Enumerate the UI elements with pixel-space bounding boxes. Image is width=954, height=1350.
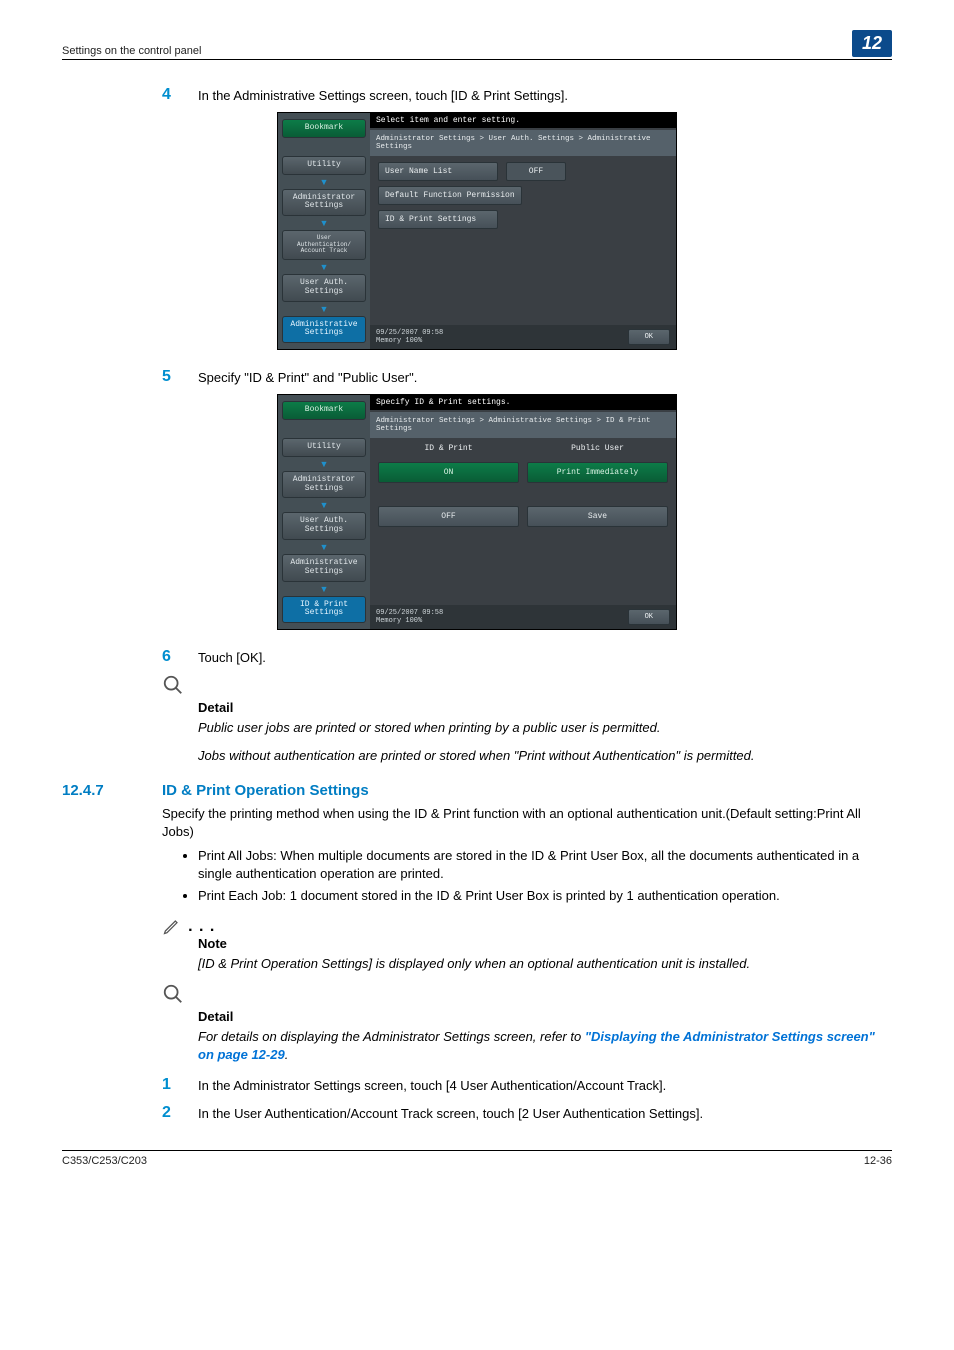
footer-page: 12-36 bbox=[864, 1155, 892, 1167]
detail-label: Detail bbox=[162, 700, 892, 715]
page-footer: C353/C253/C203 12-36 bbox=[62, 1150, 892, 1167]
step-text: Specify "ID & Print" and "Public User". bbox=[198, 368, 417, 386]
chevron-down-icon: ▼ bbox=[282, 218, 366, 228]
detail-block: Detail Public user jobs are printed or s… bbox=[162, 674, 892, 765]
section-number: 12.4.7 bbox=[62, 782, 162, 799]
panel-status: 09/25/2007 09:58 Memory 100% bbox=[376, 329, 443, 345]
section-heading: 12.4.7 ID & Print Operation Settings bbox=[62, 782, 892, 799]
chevron-down-icon: ▼ bbox=[282, 459, 366, 469]
panel-sidebar: Bookmark Utility ▼ Administrator Setting… bbox=[278, 113, 370, 349]
step-number: 4 bbox=[162, 86, 198, 104]
step-text: In the User Authentication/Account Track… bbox=[198, 1104, 703, 1122]
admin-settings-crumb[interactable]: Administrator Settings bbox=[282, 471, 366, 499]
list-item: Print Each Job: 1 document stored in the… bbox=[198, 887, 892, 905]
on-button[interactable]: ON bbox=[378, 462, 519, 483]
panel-sidebar: Bookmark Utility ▼ Administrator Setting… bbox=[278, 395, 370, 629]
list-item: Print All Jobs: When multiple documents … bbox=[198, 847, 892, 883]
default-func-permission-button[interactable]: Default Function Permission bbox=[378, 186, 522, 205]
section-para: Specify the printing method when using t… bbox=[162, 805, 892, 841]
detail-text: Jobs without authentication are printed … bbox=[162, 747, 892, 765]
ok-button[interactable]: OK bbox=[628, 329, 670, 345]
panel-instruction: Select item and enter setting. bbox=[370, 113, 676, 128]
bullet-list: Print All Jobs: When multiple documents … bbox=[162, 847, 892, 906]
off-button[interactable]: OFF bbox=[378, 506, 519, 527]
panel-datetime: 09/25/2007 09:58 bbox=[376, 329, 443, 337]
chevron-down-icon: ▼ bbox=[282, 584, 366, 594]
detail-label: Detail bbox=[162, 1009, 892, 1024]
utility-crumb[interactable]: Utility bbox=[282, 438, 366, 457]
panel-datetime: 09/25/2007 09:58 bbox=[376, 609, 443, 617]
chevron-down-icon: ▼ bbox=[282, 500, 366, 510]
user-name-list-value: OFF bbox=[506, 162, 566, 181]
admin-settings-crumb[interactable]: Administrator Settings bbox=[282, 189, 366, 217]
step-6: 6 Touch [OK]. bbox=[162, 648, 892, 666]
administrative-settings-crumb[interactable]: Administrative Settings bbox=[282, 554, 366, 582]
step-number: 5 bbox=[162, 368, 198, 386]
user-auth-settings-crumb[interactable]: User Auth. Settings bbox=[282, 512, 366, 540]
user-auth-acct-crumb[interactable]: User Authentication/ Account Track bbox=[282, 230, 366, 260]
panel-instruction: Specify ID & Print settings. bbox=[370, 395, 676, 410]
step-text: In the Administrative Settings screen, t… bbox=[198, 86, 568, 104]
step-1: 1 In the Administrator Settings screen, … bbox=[162, 1076, 892, 1094]
user-auth-settings-crumb[interactable]: User Auth. Settings bbox=[282, 274, 366, 302]
bookmark-button[interactable]: Bookmark bbox=[282, 401, 366, 420]
step-4: 4 In the Administrative Settings screen,… bbox=[162, 86, 892, 104]
note-label: Note bbox=[162, 936, 892, 951]
chevron-down-icon: ▼ bbox=[282, 262, 366, 272]
chevron-down-icon: ▼ bbox=[282, 542, 366, 552]
id-print-settings-active[interactable]: ID & Print Settings bbox=[282, 596, 366, 624]
bookmark-button[interactable]: Bookmark bbox=[282, 119, 366, 138]
step-text: Touch [OK]. bbox=[198, 648, 266, 666]
ok-button[interactable]: OK bbox=[628, 609, 670, 625]
section-title: ID & Print Operation Settings bbox=[162, 782, 369, 799]
footer-model: C353/C253/C203 bbox=[62, 1155, 147, 1167]
panel-memory: Memory 100% bbox=[376, 337, 443, 345]
touchscreen-panel-1: Bookmark Utility ▼ Administrator Setting… bbox=[277, 112, 677, 350]
panel-breadcrumb: Administrator Settings > Administrative … bbox=[370, 410, 676, 438]
administrative-settings-active[interactable]: Administrative Settings bbox=[282, 316, 366, 344]
save-button[interactable]: Save bbox=[527, 506, 668, 527]
magnifier-icon bbox=[162, 983, 892, 1009]
detail-block: Detail For details on displaying the Adm… bbox=[162, 983, 892, 1064]
note-text: [ID & Print Operation Settings] is displ… bbox=[162, 955, 892, 973]
chevron-down-icon: ▼ bbox=[282, 177, 366, 187]
detail-pre: For details on displaying the Administra… bbox=[198, 1029, 585, 1044]
step-number: 2 bbox=[162, 1104, 198, 1122]
detail-post: . bbox=[285, 1047, 289, 1062]
touchscreen-panel-2: Bookmark Utility ▼ Administrator Setting… bbox=[277, 394, 677, 630]
chapter-badge: 12 bbox=[852, 30, 892, 57]
detail-text: For details on displaying the Administra… bbox=[162, 1028, 892, 1064]
panel-memory: Memory 100% bbox=[376, 617, 443, 625]
magnifier-icon bbox=[162, 674, 892, 700]
step-text: In the Administrator Settings screen, to… bbox=[198, 1076, 666, 1094]
note-block: Note [ID & Print Operation Settings] is … bbox=[162, 913, 892, 972]
step-number: 1 bbox=[162, 1076, 198, 1094]
chevron-down-icon: ▼ bbox=[282, 304, 366, 314]
step-number: 6 bbox=[162, 648, 198, 666]
detail-text: Public user jobs are printed or stored w… bbox=[162, 719, 892, 737]
user-name-list-button[interactable]: User Name List bbox=[378, 162, 498, 181]
step-5: 5 Specify "ID & Print" and "Public User"… bbox=[162, 368, 892, 386]
header-section-title: Settings on the control panel bbox=[62, 45, 201, 57]
panel-breadcrumb: Administrator Settings > User Auth. Sett… bbox=[370, 128, 676, 156]
page-header: Settings on the control panel 12 bbox=[62, 30, 892, 60]
pencil-icon bbox=[162, 913, 892, 935]
print-immediately-button[interactable]: Print Immediately bbox=[527, 462, 668, 483]
col-header-idprint: ID & Print bbox=[378, 444, 519, 457]
panel-status: 09/25/2007 09:58 Memory 100% bbox=[376, 609, 443, 625]
id-print-settings-button[interactable]: ID & Print Settings bbox=[378, 210, 498, 229]
col-header-publicuser: Public User bbox=[527, 444, 668, 457]
step-2: 2 In the User Authentication/Account Tra… bbox=[162, 1104, 892, 1122]
utility-crumb[interactable]: Utility bbox=[282, 156, 366, 175]
